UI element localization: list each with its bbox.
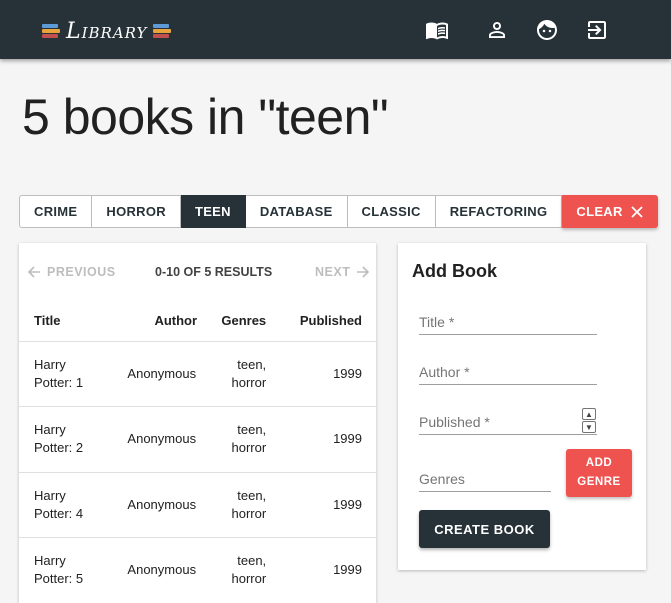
cell-published: 1999 <box>280 341 376 407</box>
books-icon <box>42 22 60 40</box>
cell-title: Harry Potter: 4 <box>19 472 118 538</box>
cell-published: 1999 <box>280 537 376 603</box>
top-app-bar: Library <box>0 0 671 59</box>
cell-title: Harry Potter: 1 <box>19 341 118 407</box>
logout-icon[interactable] <box>585 18 609 42</box>
books-table-card: PREVIOUS 0-10 OF 5 RESULTS NEXT Title Au… <box>19 243 376 603</box>
cell-genres: teen, horror <box>206 472 281 538</box>
cell-author: Anonymous <box>117 406 207 473</box>
user-icon[interactable] <box>485 18 509 42</box>
cell-genres: teen, horror <box>206 537 281 603</box>
previous-page-button[interactable]: PREVIOUS <box>27 265 116 279</box>
published-stepper[interactable]: ▲ ▼ <box>582 408 596 434</box>
genre-chip-teen[interactable]: TEEN <box>180 195 246 228</box>
cell-title: Harry Potter: 5 <box>19 537 118 603</box>
title-input[interactable] <box>419 309 597 335</box>
cell-published: 1999 <box>280 472 376 538</box>
arrow-left-icon <box>27 266 40 278</box>
genres-input[interactable] <box>419 466 551 492</box>
cell-genres: teen, horror <box>206 341 281 407</box>
cell-genres: teen, horror <box>206 406 281 473</box>
genre-chip-crime[interactable]: CRIME <box>19 195 93 228</box>
previous-page-label: PREVIOUS <box>47 265 116 279</box>
genre-chip-horror[interactable]: HORROR <box>92 195 181 228</box>
clear-filter-button[interactable]: CLEAR <box>562 195 658 228</box>
chevron-up-icon[interactable]: ▲ <box>582 408 596 420</box>
table-row[interactable]: Harry Potter: 1 Anonymous teen, horror 199… <box>19 341 376 407</box>
chevron-down-icon[interactable]: ▼ <box>582 421 596 433</box>
add-book-title: Add Book <box>412 261 497 281</box>
face-icon[interactable] <box>535 18 559 42</box>
column-header-genres[interactable]: Genres <box>206 301 281 342</box>
app-brand[interactable]: Library <box>42 17 172 45</box>
app-title: Library <box>66 18 148 44</box>
next-page-button[interactable]: NEXT <box>315 265 370 279</box>
arrow-right-icon <box>357 266 370 278</box>
genre-chip-classic[interactable]: CLASSIC <box>347 195 436 228</box>
pagination: PREVIOUS 0-10 OF 5 RESULTS NEXT <box>19 243 376 301</box>
create-book-button[interactable]: CREATE BOOK <box>419 510 550 548</box>
cell-title: Harry Potter: 2 <box>19 406 118 473</box>
add-book-card: Add Book ▲ ▼ ADD GENRE CREATE BOOK <box>398 243 646 570</box>
table-row[interactable]: Harry Potter: 2 Anonymous teen, horror 199… <box>19 406 376 473</box>
published-input[interactable] <box>419 409 597 435</box>
column-header-title[interactable]: Title <box>19 301 118 342</box>
author-input[interactable] <box>419 359 597 385</box>
nav-icon-group <box>426 18 671 44</box>
column-header-author[interactable]: Author <box>117 301 207 342</box>
table-header-row: Title Author Genres Published <box>19 301 376 342</box>
genre-filter-bar: CRIME HORROR TEEN DATABASE CLASSIC REFAC… <box>19 195 658 228</box>
cell-author: Anonymous <box>117 472 207 538</box>
close-icon <box>631 205 643 218</box>
genre-chip-refactoring[interactable]: REFACTORING <box>435 195 563 228</box>
table-row[interactable]: Harry Potter: 4 Anonymous teen, horror 199… <box>19 472 376 538</box>
cell-author: Anonymous <box>117 341 207 407</box>
page-title: 5 books in "teen" <box>22 89 389 145</box>
genre-chip-database[interactable]: DATABASE <box>245 195 348 228</box>
table-row[interactable]: Harry Potter: 5 Anonymous teen, horror 199… <box>19 537 376 603</box>
add-genre-label-line2: GENRE <box>577 476 621 488</box>
column-header-published[interactable]: Published <box>280 301 376 342</box>
clear-filter-label: CLEAR <box>576 204 623 219</box>
cell-published: 1999 <box>280 406 376 473</box>
add-genre-button[interactable]: ADD GENRE <box>566 449 632 497</box>
add-genre-label-line1: ADD <box>585 457 613 469</box>
pagination-info: 0-10 OF 5 RESULTS <box>155 265 273 279</box>
cell-author: Anonymous <box>117 537 207 603</box>
books-icon <box>153 22 172 40</box>
books-table: Title Author Genres Published Harry Potte… <box>19 301 376 603</box>
book-open-icon[interactable] <box>425 18 449 42</box>
next-page-label: NEXT <box>315 265 351 279</box>
